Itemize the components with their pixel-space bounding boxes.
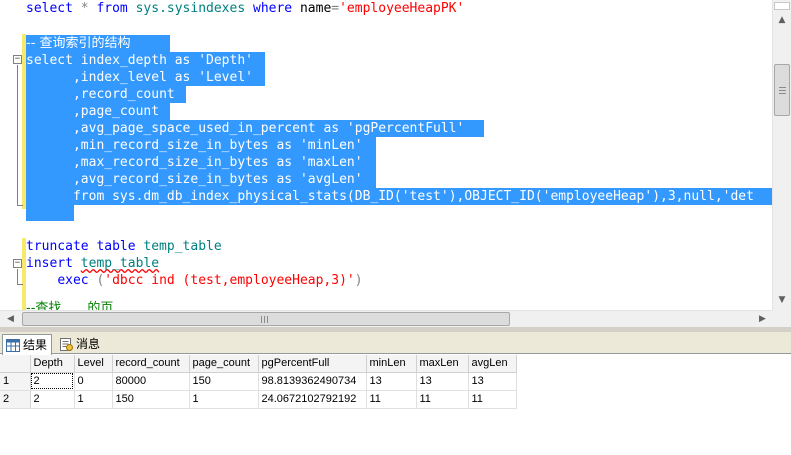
grid-cell[interactable]: 1 bbox=[189, 390, 259, 409]
column-header[interactable]: record_count bbox=[112, 355, 190, 373]
column-header[interactable]: page_count bbox=[189, 355, 259, 373]
fold-line bbox=[17, 269, 18, 284]
editor-gutter: − − bbox=[0, 0, 26, 310]
fold-end bbox=[17, 205, 23, 206]
scroll-up-icon[interactable]: ▲ bbox=[774, 12, 790, 28]
code-line: ,avg_page_space_used_in_percent as 'pgPe… bbox=[26, 120, 465, 137]
scroll-left-icon[interactable]: ◀ bbox=[2, 311, 19, 327]
horizontal-scrollbar[interactable]: ◀ ▶ bbox=[0, 310, 772, 327]
scroll-right-icon[interactable]: ▶ bbox=[754, 311, 771, 327]
grid-cell[interactable]: 11 bbox=[416, 390, 469, 409]
code-line: exec ('dbcc ind (test,employeeHeap,3)') bbox=[57, 273, 363, 288]
grid-cell[interactable]: 13 bbox=[468, 372, 517, 391]
grid-cell[interactable]: 11 bbox=[468, 390, 517, 409]
table-row[interactable]: 2 2 1 150 1 24.0672102792192 11 11 11 bbox=[0, 390, 517, 409]
grid-cell[interactable]: 150 bbox=[112, 390, 190, 409]
code-line: select * from sys.sysindexes where name=… bbox=[26, 1, 465, 16]
fold-line bbox=[17, 65, 18, 205]
row-number[interactable]: 1 bbox=[0, 372, 31, 391]
column-header[interactable]: Depth bbox=[30, 355, 75, 373]
scroll-down-icon[interactable]: ▼ bbox=[774, 292, 790, 308]
vertical-scrollbar[interactable]: ▲ ▼ bbox=[772, 0, 791, 310]
grid-cell[interactable]: 24.0672102792192 bbox=[258, 390, 367, 409]
messages-icon bbox=[59, 337, 73, 351]
column-header[interactable]: maxLen bbox=[416, 355, 469, 373]
code-comment: -- 查询索引的结构 bbox=[26, 35, 131, 52]
scroll-thumb[interactable] bbox=[22, 312, 510, 326]
grid-cell[interactable]: 80000 bbox=[112, 372, 190, 391]
code-line: ,page_count bbox=[26, 103, 160, 120]
table-row[interactable]: 1 2 0 80000 150 98.8139362490734 13 13 1… bbox=[0, 372, 517, 391]
fold-end bbox=[17, 284, 23, 285]
column-header[interactable]: avgLen bbox=[468, 355, 517, 373]
split-handle[interactable] bbox=[774, 2, 790, 10]
tab-messages[interactable]: 消息 bbox=[56, 334, 104, 354]
grid-cell[interactable]: 150 bbox=[189, 372, 259, 391]
selection-highlight bbox=[26, 205, 74, 221]
query-editor[interactable]: − − select * from sys.sysindexes where n… bbox=[0, 0, 791, 327]
results-grid[interactable]: Depth Level record_count page_count pgPe… bbox=[0, 355, 791, 455]
collapse-icon[interactable]: − bbox=[13, 259, 22, 268]
grid-cell[interactable]: 1 bbox=[74, 390, 113, 409]
code-line: from sys.dm_db_index_physical_stats(DB_I… bbox=[26, 188, 754, 205]
code-line: truncate table temp_table bbox=[26, 239, 222, 254]
grid-cell[interactable]: 2 bbox=[30, 372, 75, 391]
grid-cell[interactable]: 13 bbox=[366, 372, 417, 391]
tab-results[interactable]: 结果 bbox=[2, 334, 53, 355]
code-line: insert temp_table bbox=[26, 256, 160, 271]
column-header[interactable]: pgPercentFull bbox=[258, 355, 367, 373]
row-header-corner bbox=[0, 355, 31, 373]
column-header[interactable]: Level bbox=[74, 355, 113, 373]
results-tabs: 结果 消息 bbox=[0, 332, 791, 355]
grid-cell[interactable]: 13 bbox=[416, 372, 469, 391]
code-line: ,avg_record_size_in_bytes as 'avgLen' bbox=[26, 171, 363, 188]
grid-cell[interactable]: 2 bbox=[30, 390, 75, 409]
code-line: ,min_record_size_in_bytes as 'minLen' bbox=[26, 137, 363, 154]
row-number[interactable]: 2 bbox=[0, 390, 31, 409]
code-area[interactable]: select * from sys.sysindexes where name=… bbox=[26, 0, 772, 310]
tab-label: 结果 bbox=[23, 338, 48, 352]
grid-cell[interactable]: 98.8139362490734 bbox=[258, 372, 367, 391]
collapse-icon[interactable]: − bbox=[13, 55, 22, 64]
code-line: ,record_count bbox=[26, 86, 175, 103]
code-line: select index_depth as 'Depth' bbox=[26, 52, 253, 69]
scroll-thumb[interactable] bbox=[774, 64, 790, 116]
grid-cell[interactable]: 0 bbox=[74, 372, 113, 391]
scrollbar-corner bbox=[772, 310, 791, 327]
column-header[interactable]: minLen bbox=[366, 355, 417, 373]
code-line: ,max_record_size_in_bytes as 'maxLen' bbox=[26, 154, 363, 171]
grid-icon bbox=[6, 338, 20, 352]
code-line: ,index_level as 'Level' bbox=[26, 69, 253, 86]
grid-cell[interactable]: 11 bbox=[366, 390, 417, 409]
code-comment: --查找……的页 bbox=[26, 301, 114, 310]
tab-label: 消息 bbox=[76, 337, 101, 351]
